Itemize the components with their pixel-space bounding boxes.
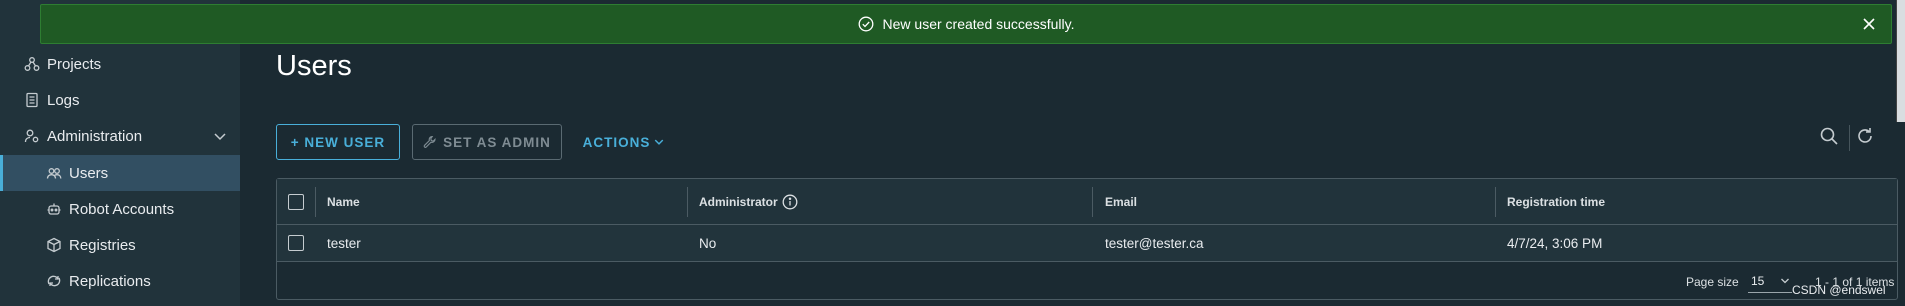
sidebar-item-label: Users: [69, 164, 109, 182]
chevron-down-icon: [1781, 278, 1789, 284]
sidebar-item-label: Administration: [47, 127, 143, 145]
column-header-email[interactable]: Email: [1105, 179, 1137, 224]
logs-icon: [24, 92, 40, 108]
new-user-label: + NEW USER: [290, 134, 386, 150]
registries-icon: [46, 237, 62, 253]
chevron-down-icon: [655, 139, 664, 145]
sidebar-item-administration[interactable]: Administration: [0, 118, 240, 154]
cell-registration-time: 4/7/24, 3:06 PM: [1507, 235, 1603, 251]
column-header-label: Administrator: [699, 194, 778, 209]
column-divider: [315, 187, 316, 217]
page-size-select[interactable]: 15: [1748, 269, 1792, 293]
column-divider[interactable]: [687, 187, 688, 217]
check-circle-icon: [858, 16, 873, 32]
set-as-admin-button[interactable]: SET AS ADMIN: [412, 124, 562, 160]
sidebar-item-projects[interactable]: Projects: [0, 46, 240, 82]
select-all-checkbox[interactable]: [288, 193, 304, 210]
watermark-text: CSDN @endswel: [1792, 283, 1886, 297]
wrench-icon: [423, 135, 436, 148]
chevron-down-icon[interactable]: [212, 128, 228, 144]
table-row[interactable]: tester No tester@tester.ca 4/7/24, 3:06 …: [277, 225, 1897, 262]
robot-icon: [46, 201, 62, 217]
users-table: Name Administrator Email Registration ti…: [276, 178, 1898, 300]
sidebar-item-label: Logs: [47, 91, 80, 109]
sidebar-item-label: Projects: [47, 55, 102, 73]
column-divider[interactable]: [1092, 187, 1093, 217]
actions-dropdown[interactable]: ACTIONS: [576, 124, 672, 160]
sidebar-item-label: Replications: [69, 272, 151, 290]
search-icon[interactable]: [1819, 126, 1839, 146]
refresh-icon[interactable]: [1855, 126, 1875, 146]
column-header-name[interactable]: Name: [327, 179, 360, 224]
page-size-label: Page size: [1686, 275, 1739, 289]
cell-administrator: No: [699, 235, 717, 251]
sidebar-item-label: Robot Accounts: [69, 200, 175, 218]
cell-email: tester@tester.ca: [1105, 235, 1204, 251]
table-footer: Page size 15 1 - 1 of 1 items: [277, 263, 1897, 301]
column-header-administrator[interactable]: Administrator: [699, 179, 798, 224]
info-icon[interactable]: [782, 194, 798, 210]
side-panel-edge: [1896, 0, 1905, 122]
success-alert: New user created successfully.: [40, 4, 1892, 44]
projects-icon: [24, 56, 40, 72]
sidebar-item-robot-accounts[interactable]: Robot Accounts: [0, 191, 240, 227]
replications-icon: [46, 273, 62, 289]
sidebar-item-replications[interactable]: Replications: [0, 263, 240, 299]
actions-label: ACTIONS: [582, 134, 651, 150]
users-icon: [46, 165, 62, 181]
cell-name: tester: [327, 235, 361, 251]
sidebar-item-registries[interactable]: Registries: [0, 227, 240, 263]
row-checkbox-cell: [288, 225, 304, 261]
page-title: Users: [276, 50, 352, 82]
page-size-value: 15: [1751, 273, 1765, 288]
table-header: Name Administrator Email Registration ti…: [277, 179, 1897, 225]
admin-icon: [24, 128, 40, 144]
new-user-button[interactable]: + NEW USER: [276, 124, 400, 160]
row-checkbox[interactable]: [288, 235, 304, 251]
sidebar: Projects Logs Administration Users Robot…: [0, 0, 240, 306]
sidebar-item-label: Registries: [69, 236, 136, 254]
sidebar-item-logs[interactable]: Logs: [0, 82, 240, 118]
alert-message: New user created successfully.: [882, 16, 1075, 32]
set-as-admin-label: SET AS ADMIN: [443, 134, 551, 150]
sidebar-item-users[interactable]: Users: [0, 155, 240, 191]
column-header-registration-time[interactable]: Registration time: [1507, 179, 1605, 224]
column-divider[interactable]: [1495, 187, 1496, 217]
toolbar-divider: [1849, 125, 1850, 151]
select-all-checkbox-cell: [288, 179, 304, 224]
close-icon[interactable]: [1861, 16, 1877, 32]
